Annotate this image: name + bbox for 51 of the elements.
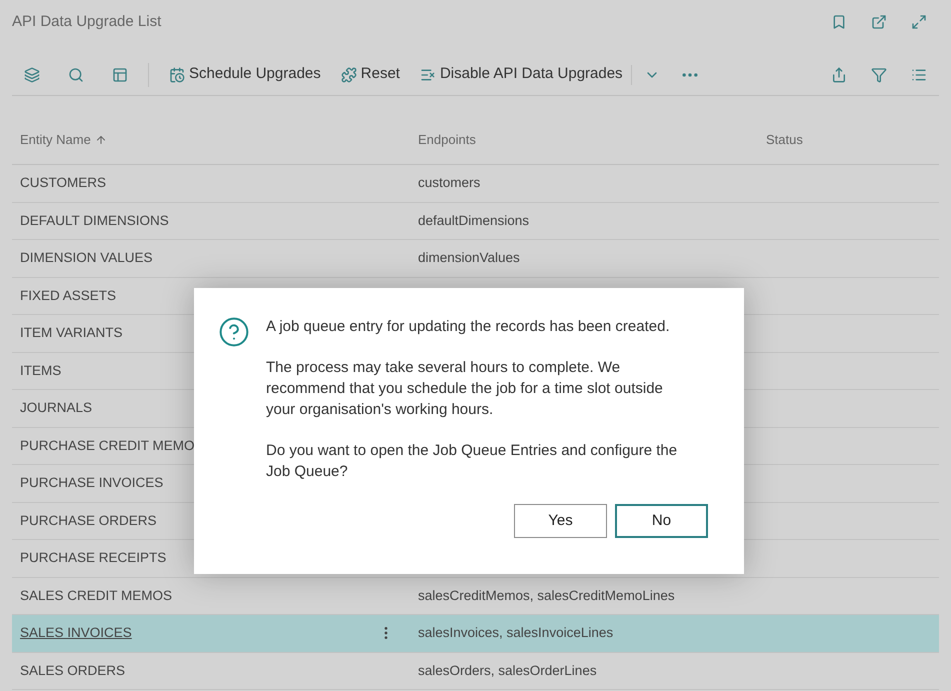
entity-name: DIMENSION VALUES: [20, 249, 153, 268]
toolbar-action[interactable]: Disable API Data Upgrades: [420, 63, 623, 86]
endpoints-cell-text: defaultDimensions: [418, 212, 530, 230]
calendar-clock-icon: [169, 66, 185, 82]
entity-name: SALES ORDERS: [20, 662, 126, 680]
expand-icon[interactable]: [911, 14, 927, 30]
entity-name: ITEM VARIANTS: [20, 324, 123, 342]
dialog-button[interactable]: Yes: [514, 504, 607, 538]
sort-arrow-icon: [94, 134, 107, 146]
entity-name: JOURNALS: [20, 399, 92, 418]
toolbar-action[interactable]: Reset: [340, 63, 400, 86]
entity-name: CUSTOMERS: [20, 174, 106, 192]
table-row[interactable]: DIMENSION VALUES dimensionValues: [12, 240, 939, 278]
endpoints-cell-text: dimensionValues: [418, 249, 520, 268]
dialog-message: The process may take several hours to complete. We recommend that you schedule the job for a time slot outside your organisation's working hours.: [266, 358, 664, 420]
entity-name: PURCHASE ORDERS: [20, 512, 157, 530]
layers-icon[interactable]: [24, 66, 40, 82]
endpoints-cell-text: salesInvoices, salesInvoiceLines: [418, 624, 614, 642]
page-title: API Data Upgrade List: [12, 12, 162, 32]
column-header[interactable]: Entity Name: [20, 130, 91, 150]
bookmark-icon[interactable]: [831, 14, 847, 30]
entity-name: PURCHASE CREDIT MEMO: [20, 436, 195, 455]
entity-name: FIXED ASSETS: [20, 286, 116, 305]
toolbar-action[interactable]: Schedule Upgrades: [169, 63, 321, 86]
puzzle-icon: [340, 66, 357, 82]
entity-name: PURCHASE RECEIPTS: [20, 549, 166, 568]
panel-icon[interactable]: [112, 66, 128, 82]
entity-name: PURCHASE INVOICES: [20, 474, 164, 492]
table-row[interactable]: SALES INVOICES salesInvoices, salesInvoiceLines: [12, 615, 939, 652]
search-icon[interactable]: [68, 66, 84, 82]
dialog-message: Do you want to open the Job Queue Entries and configure the Job Queue?: [266, 441, 678, 482]
question-icon: [218, 316, 250, 348]
endpoints-cell-text: salesCreditMemos, salesCreditMemoLines: [418, 586, 675, 605]
filter-icon[interactable]: [871, 66, 887, 82]
table-row[interactable]: DEFAULT DIMENSIONS defaultDimensions: [12, 202, 939, 240]
column-header[interactable]: Status: [766, 130, 803, 150]
share-icon[interactable]: [831, 66, 847, 82]
open-new-window-icon[interactable]: [871, 14, 887, 30]
dialog-button[interactable]: No: [615, 504, 708, 538]
list-icon[interactable]: [911, 66, 927, 82]
entity-name: SALES CREDIT MEMOS: [20, 586, 172, 605]
list-x-icon: [420, 66, 436, 82]
table-row[interactable]: CUSTOMERS customers: [12, 165, 939, 202]
endpoints-cell-text: salesOrders, salesOrderLines: [418, 662, 597, 680]
entity-name: DEFAULT DIMENSIONS: [20, 212, 169, 230]
column-header[interactable]: Endpoints: [418, 130, 766, 150]
table-row[interactable]: SALES ORDERS salesOrders, salesOrderLines: [12, 652, 939, 690]
endpoints-cell-text: customers: [418, 174, 480, 192]
entity-name[interactable]: SALES INVOICES: [20, 623, 132, 644]
entity-name: ITEMS: [20, 362, 62, 380]
dialog-message: A job queue entry for updating the records has been created.: [266, 317, 671, 337]
